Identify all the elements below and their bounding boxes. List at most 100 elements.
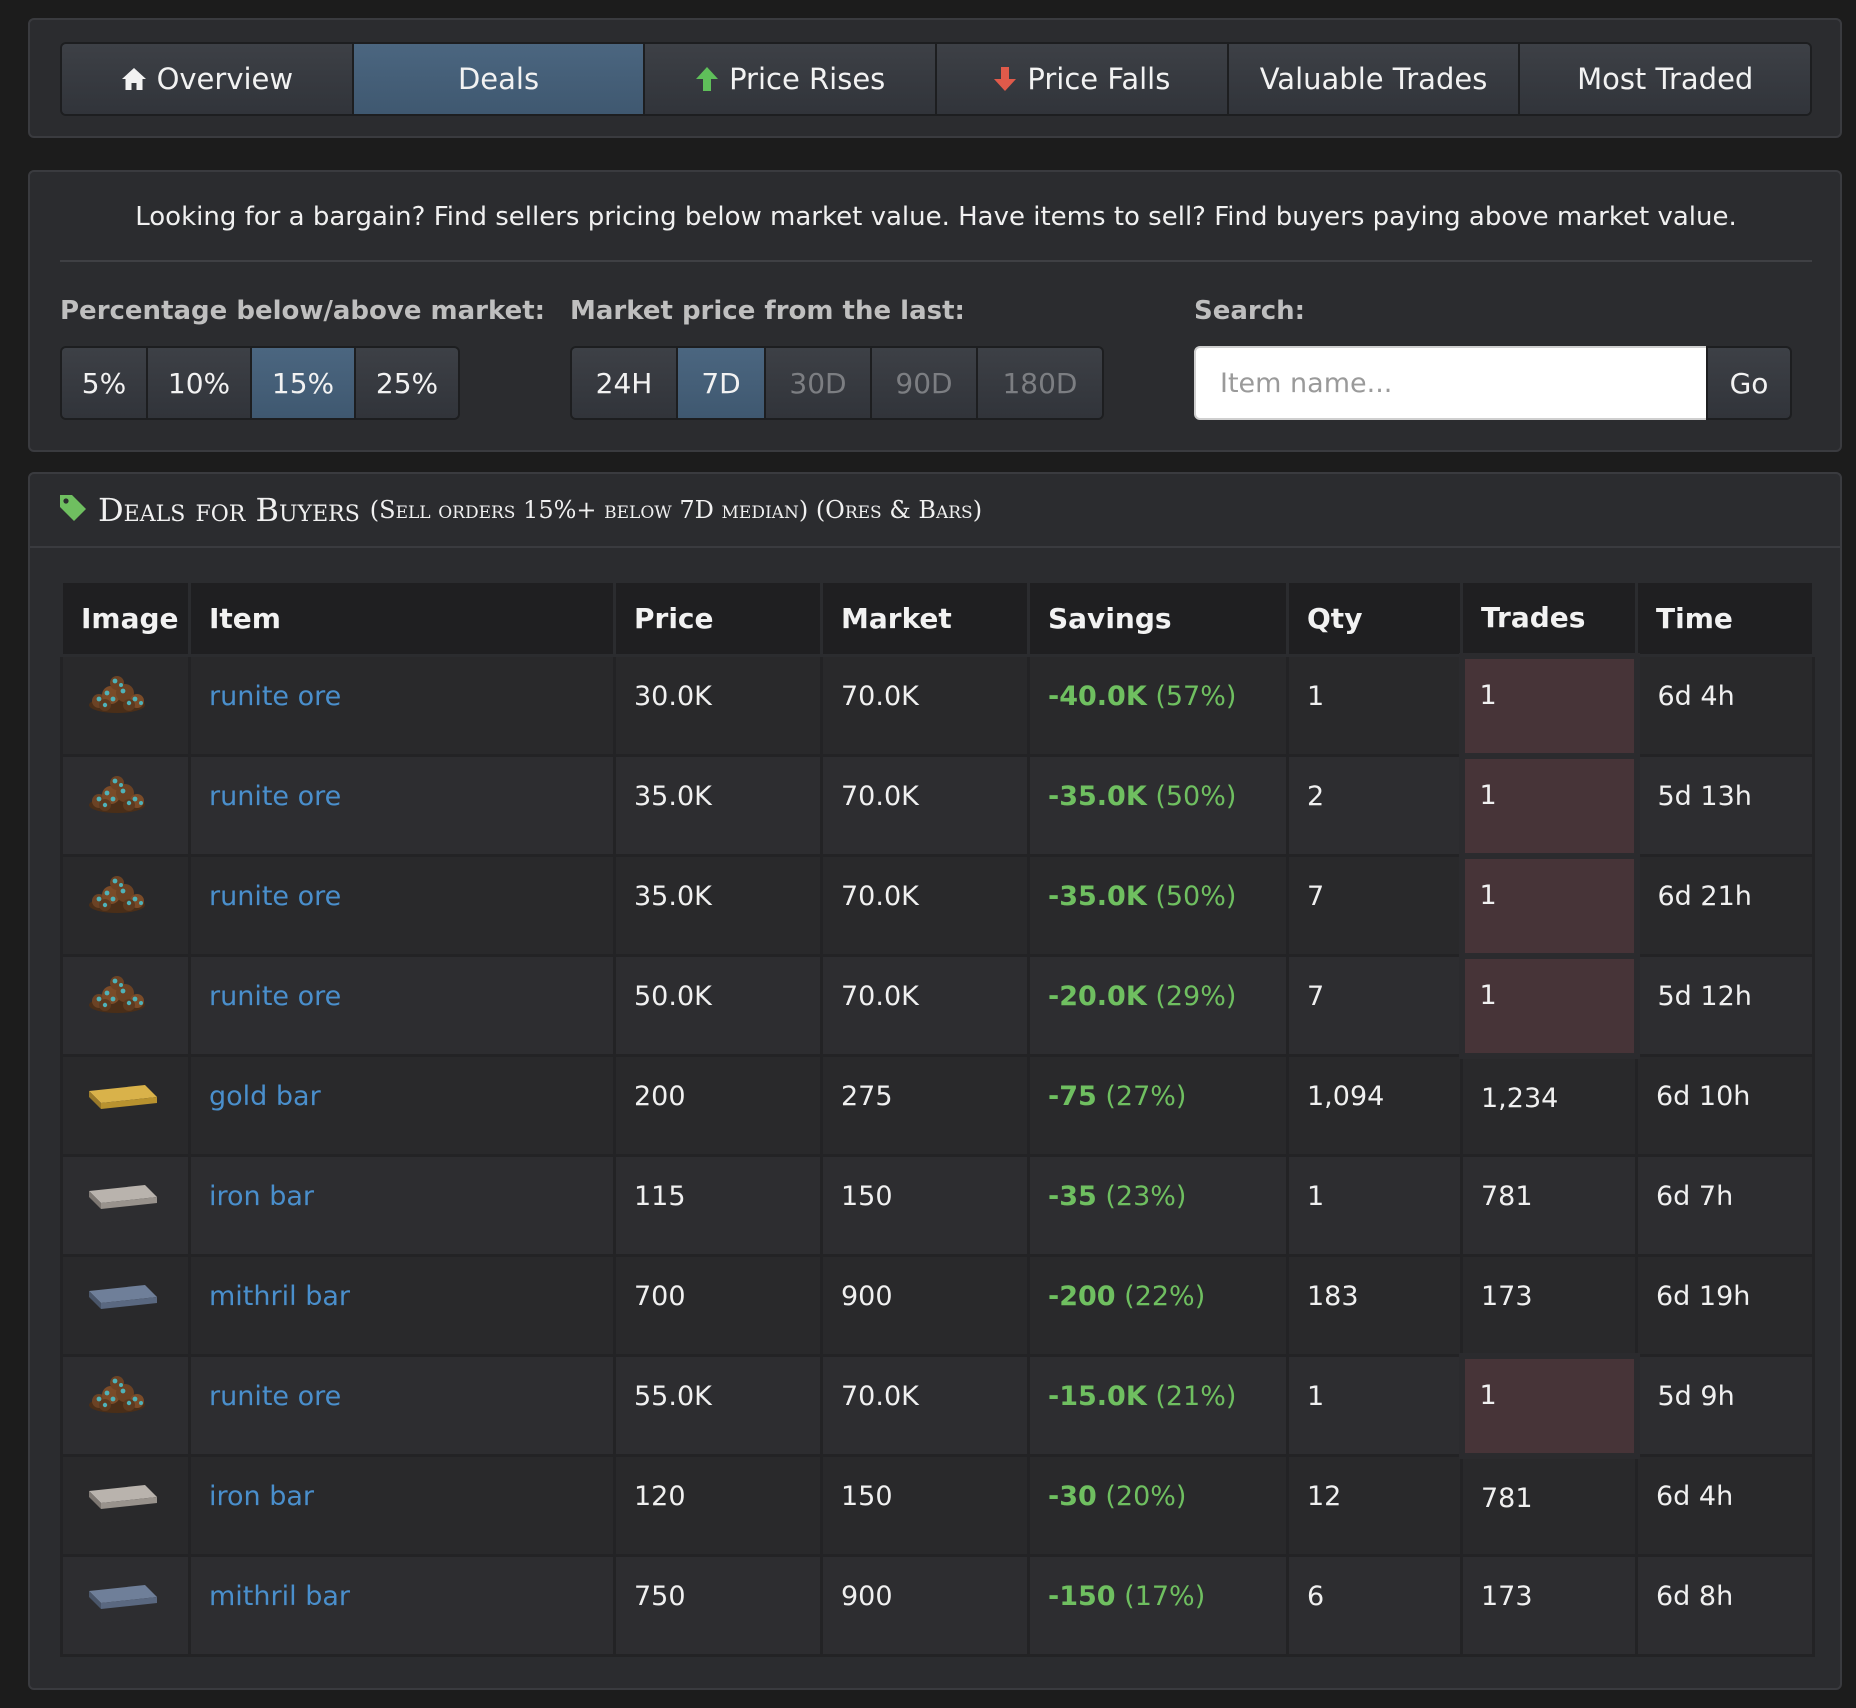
period-option-180d[interactable]: 180D <box>978 348 1102 418</box>
column-header-qty[interactable]: Qty <box>1286 580 1463 657</box>
period-option-7d[interactable]: 7D <box>678 348 766 418</box>
qty-cell: 7 <box>1286 954 1463 1057</box>
savings-cell: -150 (17%) <box>1027 1554 1289 1657</box>
column-header-trades[interactable]: Trades <box>1460 580 1638 657</box>
savings-cell: -15.0K (21%) <box>1027 1354 1289 1457</box>
tab-deals[interactable]: Deals <box>353 44 646 114</box>
item-link[interactable]: mithril bar <box>209 1581 350 1612</box>
iron-bar-icon <box>85 1485 161 1518</box>
tab-most-traded[interactable]: Most Traded <box>1520 44 1810 114</box>
percentage-option-5[interactable]: 5% <box>62 348 148 418</box>
savings-percent: (57%) <box>1155 681 1237 712</box>
item-link[interactable]: runite ore <box>209 781 341 812</box>
tab-label: Valuable Trades <box>1259 62 1488 96</box>
tab-price-rises[interactable]: Price Rises <box>645 44 938 114</box>
savings-cell: -40.0K (57%) <box>1027 654 1289 757</box>
item-link[interactable]: runite ore <box>209 881 341 912</box>
time-cell: 5d 9h <box>1635 1354 1815 1457</box>
market-cell: 275 <box>820 1054 1030 1157</box>
column-header-market[interactable]: Market <box>820 580 1030 657</box>
savings-cell: -20.0K (29%) <box>1027 954 1289 1057</box>
percentage-option-25[interactable]: 25% <box>356 348 458 418</box>
column-header-price[interactable]: Price <box>613 580 823 657</box>
qty-cell: 12 <box>1286 1454 1463 1557</box>
savings-amount: -200 <box>1048 1281 1116 1312</box>
percentage-option-15[interactable]: 15% <box>252 348 356 418</box>
column-header-item[interactable]: Item <box>188 580 616 657</box>
item-link[interactable]: runite ore <box>209 681 341 712</box>
column-header-savings[interactable]: Savings <box>1027 580 1289 657</box>
runite-ore-icon <box>85 776 149 822</box>
trades-cell: 781 <box>1460 1154 1638 1257</box>
item-link[interactable]: gold bar <box>209 1081 321 1112</box>
item-image-cell <box>60 854 191 957</box>
price-cell: 30.0K <box>613 654 823 757</box>
market-cell: 70.0K <box>820 854 1030 957</box>
savings-cell: -35.0K (50%) <box>1027 854 1289 957</box>
price-cell: 750 <box>613 1554 823 1657</box>
savings-amount: -35.0K <box>1048 781 1147 812</box>
deals-table-body: runite ore 30.0K 70.0K -40.0K (57%) 1 1 6d 4h r… <box>60 652 1815 1657</box>
item-link[interactable]: runite ore <box>209 1381 341 1412</box>
period-option-90d[interactable]: 90D <box>872 348 978 418</box>
table-row: runite ore 35.0K 70.0K -35.0K (50%) 7 1 6d 21h <box>60 852 1815 959</box>
market-cell: 150 <box>820 1454 1030 1557</box>
table-row: iron bar 115 150 -35 (23%) 1 781 6d 7h <box>60 1154 1815 1257</box>
item-link[interactable]: mithril bar <box>209 1281 350 1312</box>
savings-amount: -20.0K <box>1048 981 1147 1012</box>
runite-ore-icon <box>85 976 149 1022</box>
price-cell: 50.0K <box>613 954 823 1057</box>
time-cell: 6d 8h <box>1635 1554 1815 1657</box>
column-header-image[interactable]: Image <box>60 580 191 657</box>
savings-amount: -150 <box>1048 1581 1116 1612</box>
tab-overview[interactable]: Overview <box>62 44 354 114</box>
table-row: runite ore 30.0K 70.0K -40.0K (57%) 1 1 6d 4h <box>60 652 1815 759</box>
item-cell: runite ore <box>188 854 616 957</box>
price-cell: 35.0K <box>613 854 823 957</box>
search-input[interactable] <box>1194 346 1708 420</box>
nav-panel: Overview Deals Price Rises Price Falls V… <box>28 18 1842 138</box>
trades-cell: 173 <box>1460 1254 1638 1357</box>
savings-percent: (50%) <box>1155 781 1237 812</box>
price-cell: 55.0K <box>613 1354 823 1457</box>
price-cell: 700 <box>613 1254 823 1357</box>
percentage-label: Percentage below/above market: <box>60 296 546 326</box>
market-cell: 900 <box>820 1554 1030 1657</box>
divider <box>60 260 1812 262</box>
item-link[interactable]: runite ore <box>209 981 341 1012</box>
item-link[interactable]: iron bar <box>209 1481 314 1512</box>
percentage-option-10[interactable]: 10% <box>148 348 252 418</box>
deals-panel: Deals for Buyers (Sell orders 15%+ below… <box>28 472 1842 1690</box>
search-go-button[interactable]: Go <box>1706 346 1792 420</box>
table-row: runite ore 35.0K 70.0K -35.0K (50%) 2 1 5d 13h <box>60 752 1815 859</box>
time-cell: 6d 10h <box>1635 1054 1815 1157</box>
column-header-time[interactable]: Time <box>1635 580 1815 657</box>
time-cell: 6d 4h <box>1635 1454 1815 1557</box>
page: Overview Deals Price Rises Price Falls V… <box>0 0 1856 1708</box>
trades-cell: 173 <box>1460 1554 1638 1657</box>
table-row: mithril bar 700 900 -200 (22%) 183 173 6d 19h <box>60 1254 1815 1357</box>
savings-amount: -40.0K <box>1048 681 1147 712</box>
item-link[interactable]: iron bar <box>209 1181 314 1212</box>
savings-amount: -75 <box>1048 1081 1097 1112</box>
market-cell: 900 <box>820 1254 1030 1357</box>
tab-valuable-trades[interactable]: Valuable Trades <box>1228 44 1521 114</box>
time-cell: 5d 13h <box>1635 754 1815 857</box>
savings-percent: (23%) <box>1105 1181 1187 1212</box>
item-cell: runite ore <box>188 754 616 857</box>
trades-cell: 1 <box>1458 652 1640 759</box>
period-option-24h[interactable]: 24H <box>572 348 678 418</box>
tab-price-falls[interactable]: Price Falls <box>937 44 1229 114</box>
mithril-bar-icon <box>85 1285 161 1318</box>
qty-cell: 2 <box>1286 754 1463 857</box>
tab-label: Most Traded <box>1577 62 1754 96</box>
qty-cell: 1 <box>1286 654 1463 757</box>
qty-cell: 1,094 <box>1286 1054 1463 1157</box>
mithril-bar-icon <box>85 1585 161 1618</box>
trades-cell: 1 <box>1458 852 1640 959</box>
item-cell: iron bar <box>188 1454 616 1557</box>
trades-cell: 1 <box>1458 952 1640 1059</box>
item-cell: mithril bar <box>188 1254 616 1357</box>
period-option-30d[interactable]: 30D <box>766 348 872 418</box>
savings-cell: -75 (27%) <box>1027 1054 1289 1157</box>
